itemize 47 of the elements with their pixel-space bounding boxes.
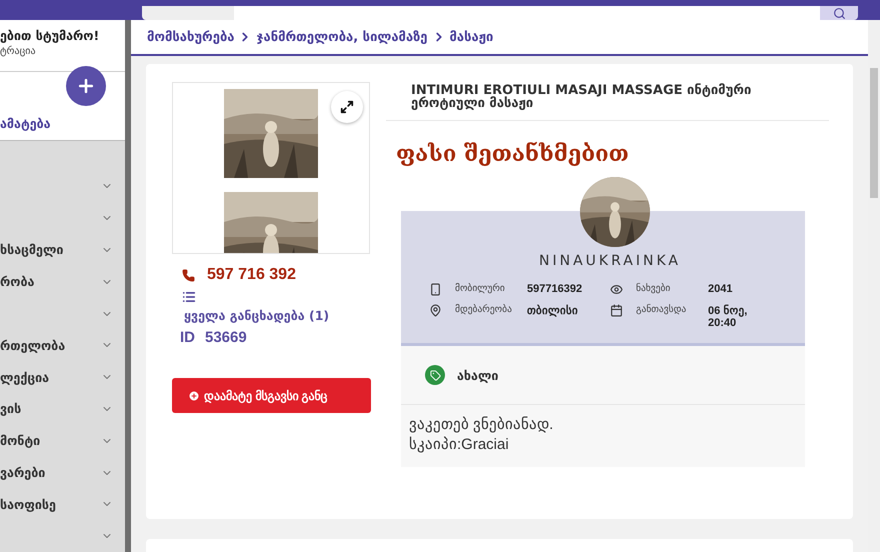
- breadcrumb-link[interactable]: ჯანმრთელობა, სილამაზე: [256, 30, 428, 44]
- username: NINAUKRAINKA: [538, 253, 682, 269]
- tag-label: ახალი: [457, 368, 498, 382]
- detail-label: განთავსდა: [635, 304, 686, 315]
- expand-button[interactable]: [331, 91, 363, 123]
- phone-number[interactable]: 597 716 392: [207, 266, 296, 284]
- expand-icon: [340, 100, 354, 114]
- category-item[interactable]: ვის: [0, 401, 22, 416]
- listing-title: INTIMURI EROTIULI MASAJI MASSAGE ინტიმური ეროტიული მასაჟი: [386, 82, 829, 121]
- tag-icon: [425, 365, 445, 385]
- price-text: ფასი შეთანხმებით: [396, 141, 630, 167]
- category-item[interactable]: რთელობა: [0, 338, 66, 353]
- detail-value: თბილისი: [527, 304, 578, 317]
- detail-value: 597716392: [527, 283, 582, 295]
- detail-label: მდებარეობა: [454, 304, 512, 315]
- phone-icon: [429, 283, 442, 296]
- all-ads-link[interactable]: ყველა განცხადება (1): [184, 308, 370, 323]
- breadcrumb-link[interactable]: მომსახურება: [147, 30, 234, 44]
- greeting-text: ებით სტუმარო!: [0, 28, 100, 43]
- plus-icon: [76, 76, 96, 96]
- search-field[interactable]: [234, 6, 820, 20]
- id-value: 53669: [205, 329, 247, 346]
- detail-value: 06 ნოე, 20:40: [708, 304, 748, 329]
- calendar-icon: [610, 304, 623, 317]
- category-item[interactable]: რობა: [0, 274, 34, 290]
- id-label: ID: [180, 329, 195, 346]
- add-similar-button[interactable]: დაამატე მსგავსი განც: [172, 378, 371, 413]
- detail-value: 2041: [708, 283, 732, 295]
- category-item[interactable]: ვარები: [0, 465, 46, 480]
- subtitle-text: ტრაცია: [0, 46, 37, 57]
- category-item[interactable]: მონტი: [0, 433, 40, 448]
- scrollbar-thumb[interactable]: [870, 68, 878, 198]
- description-text: ვაკეთებ ვნებიანად. სკაიპი:Graciai: [401, 405, 805, 467]
- category-item[interactable]: ხსაცმელი: [0, 242, 64, 258]
- scrollbar[interactable]: [125, 20, 131, 552]
- search-button[interactable]: [820, 6, 858, 20]
- detail-label: ნახვები: [635, 283, 670, 294]
- category-item[interactable]: ლექცია: [0, 370, 50, 385]
- breadcrumb-link[interactable]: მასაჟი: [450, 30, 494, 44]
- list-icon: [182, 290, 196, 304]
- pin-icon: [429, 304, 442, 317]
- eye-icon: [610, 283, 623, 296]
- phone-icon: [182, 268, 195, 282]
- add-listing-link[interactable]: ამატება: [0, 116, 51, 131]
- detail-label: მობილური: [454, 283, 505, 294]
- plus-icon: [188, 390, 200, 402]
- category-item[interactable]: საოფისე: [0, 496, 56, 512]
